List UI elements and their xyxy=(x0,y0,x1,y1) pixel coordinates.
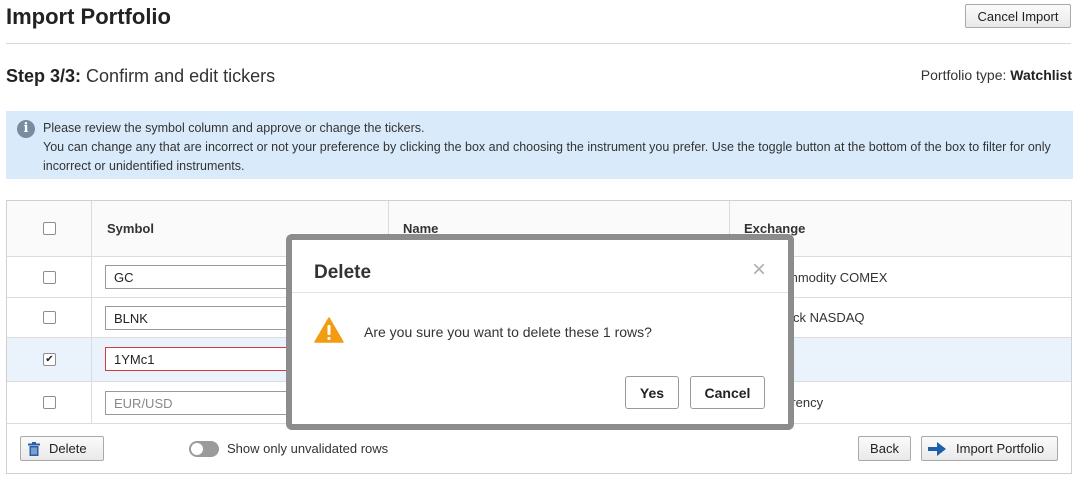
column-header-symbol[interactable]: Symbol xyxy=(107,201,154,256)
step-heading: Step 3/3: Confirm and edit tickers xyxy=(6,66,275,87)
symbol-field[interactable]: EUR/USD xyxy=(105,391,295,415)
portfolio-type: Portfolio type: Watchlist xyxy=(921,67,1072,83)
step-text: Confirm and edit tickers xyxy=(86,66,276,86)
symbol-field[interactable]: GC xyxy=(105,265,295,289)
dialog-title: Delete xyxy=(314,262,372,283)
back-button[interactable]: Back xyxy=(858,436,911,461)
table-footer: Delete Show only unvalidated rows Back I… xyxy=(7,430,1071,474)
toggle-label: Show only unvalidated rows xyxy=(227,441,389,456)
yes-button[interactable]: Yes xyxy=(625,376,679,409)
row-checkbox[interactable]: ✔ xyxy=(43,353,56,366)
header-divider xyxy=(6,43,1071,44)
portfolio-type-value: Watchlist xyxy=(1010,67,1072,83)
info-banner: i Please review the symbol column and ap… xyxy=(6,111,1073,179)
unvalidated-toggle[interactable] xyxy=(189,441,219,457)
step-prefix: Step 3/3: xyxy=(6,66,82,86)
dialog-message: Are you sure you want to delete these 1 … xyxy=(364,324,652,340)
delete-dialog-frame: Delete × Are you sure you want to delete… xyxy=(286,234,794,430)
select-all-checkbox[interactable] xyxy=(43,222,56,235)
info-icon: i xyxy=(17,120,35,138)
close-icon[interactable]: × xyxy=(752,258,766,282)
warning-icon xyxy=(314,317,344,343)
info-line-2: You can change any that are incorrect or… xyxy=(43,140,1051,173)
symbol-field[interactable]: BLNK xyxy=(105,306,295,330)
exchange-cell: mmodity COMEX xyxy=(787,269,888,285)
portfolio-type-label: Portfolio type: xyxy=(920,67,1007,83)
row-checkbox[interactable] xyxy=(43,270,56,284)
arrow-right-icon xyxy=(928,441,946,456)
cancel-import-button[interactable]: Cancel Import xyxy=(965,4,1071,28)
import-portfolio-button[interactable]: Import Portfolio xyxy=(921,436,1058,461)
cancel-button[interactable]: Cancel xyxy=(690,376,765,409)
exchange-cell: ck NASDAQ xyxy=(793,310,865,325)
dialog-divider xyxy=(292,292,788,293)
delete-dialog: Delete × Are you sure you want to delete… xyxy=(292,240,788,424)
page-title: Import Portfolio xyxy=(6,4,171,29)
delete-label: Delete xyxy=(49,441,87,456)
trash-icon xyxy=(28,441,40,456)
row-checkbox[interactable] xyxy=(43,396,56,409)
delete-button[interactable]: Delete xyxy=(20,436,104,461)
info-line-1: Please review the symbol column and appr… xyxy=(43,121,425,135)
symbol-field[interactable]: 1YMc1 xyxy=(105,347,295,371)
import-label: Import Portfolio xyxy=(956,441,1045,456)
row-checkbox[interactable] xyxy=(43,311,56,324)
